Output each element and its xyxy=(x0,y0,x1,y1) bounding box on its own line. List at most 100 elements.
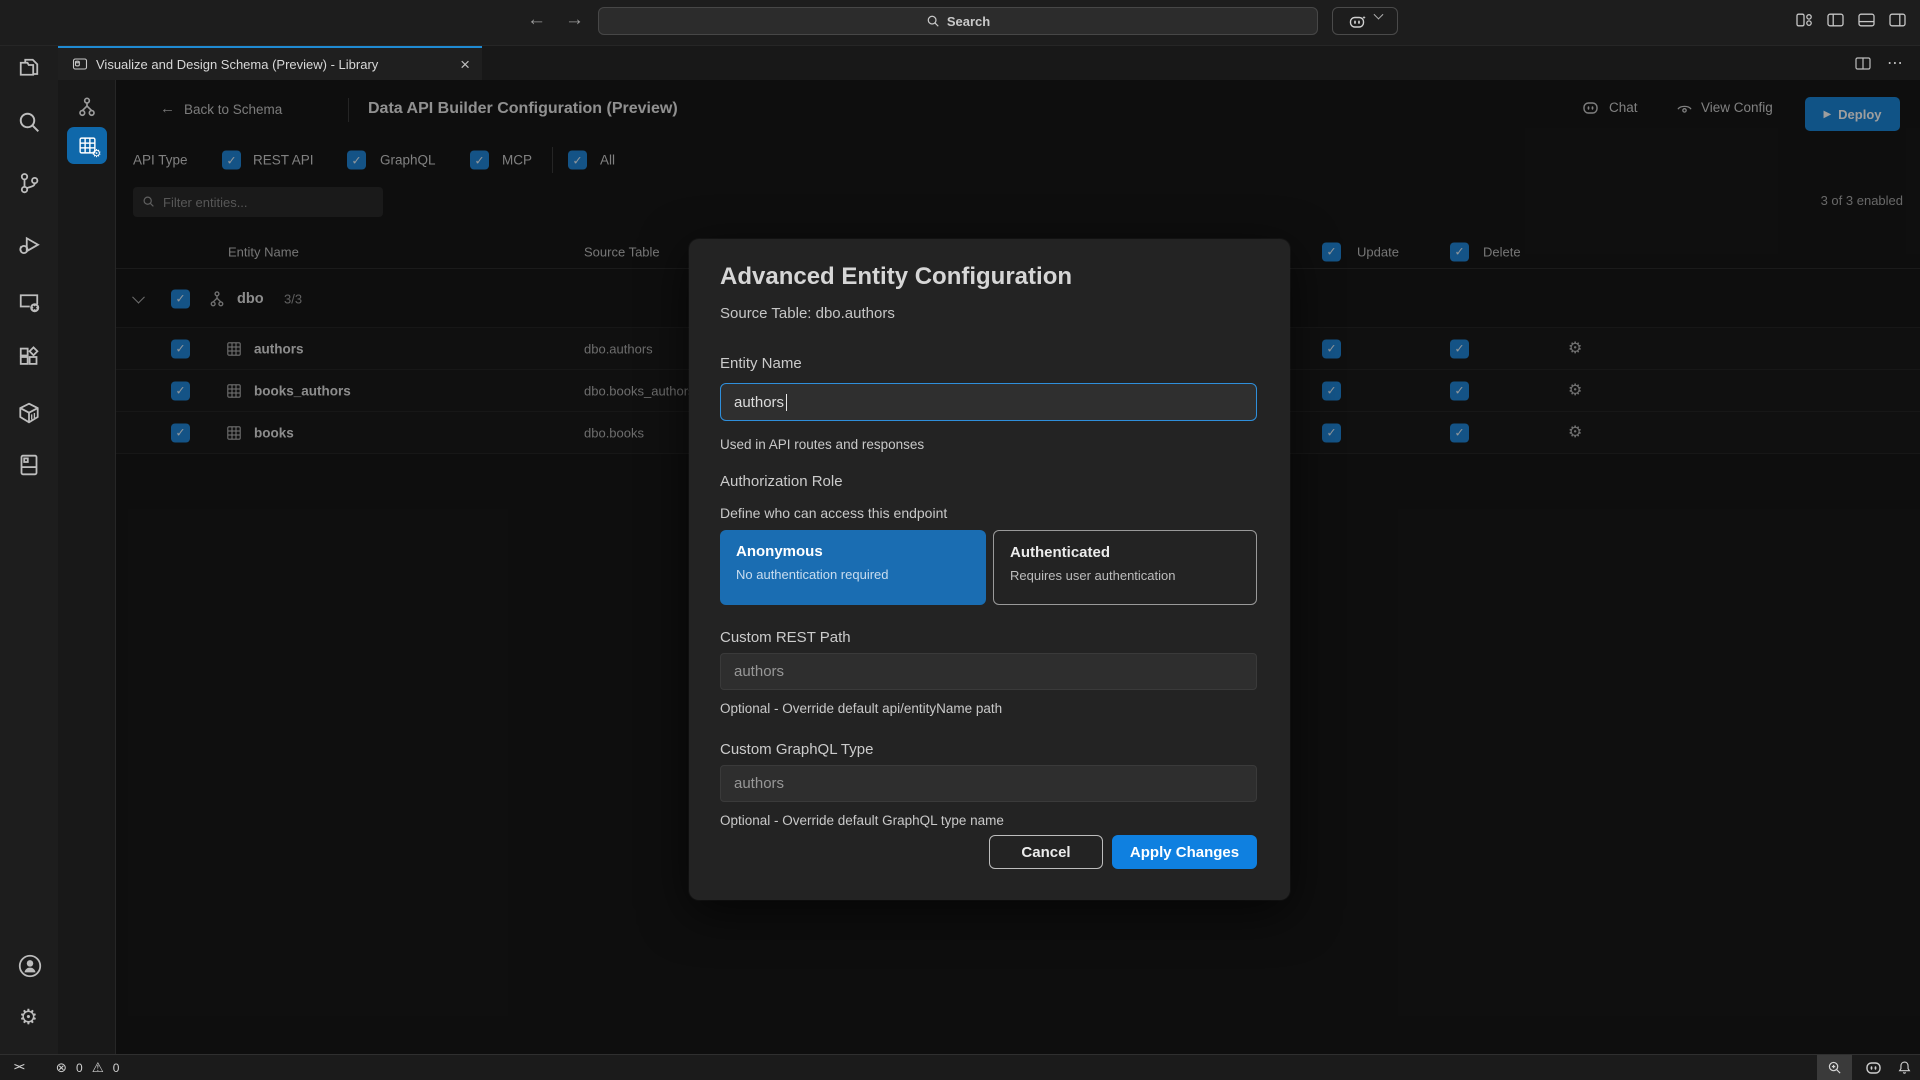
check-icon: ✓ xyxy=(572,153,582,167)
toggle-panel-icon[interactable] xyxy=(1858,13,1875,27)
status-bar: >< ⊗ 0 ⚠ 0 xyxy=(0,1054,1920,1080)
history-back-icon[interactable]: ← xyxy=(527,9,546,31)
graphql-checkbox[interactable]: ✓ xyxy=(347,151,366,170)
schema-icon xyxy=(208,290,226,308)
tab-visualize-schema[interactable]: Visualize and Design Schema (Preview) - … xyxy=(58,46,482,80)
row-select-checkbox[interactable]: ✓ xyxy=(171,381,190,400)
gear-badge-icon: ⚙ xyxy=(92,149,102,160)
back-to-schema-link[interactable]: Back to Schema xyxy=(184,102,282,117)
copilot-status-icon[interactable] xyxy=(1865,1060,1884,1075)
history-forward-icon[interactable]: → xyxy=(565,9,584,31)
delete-checkbox[interactable]: ✓ xyxy=(1450,381,1469,400)
run-debug-icon[interactable] xyxy=(17,233,41,257)
account-icon[interactable] xyxy=(17,953,43,979)
table-icon xyxy=(226,341,242,357)
tab-close-icon[interactable]: × xyxy=(460,56,470,73)
row-settings-gear-icon[interactable]: ⚙ xyxy=(1568,341,1582,357)
graphql-type-input[interactable] xyxy=(720,765,1257,802)
check-icon: ✓ xyxy=(1326,426,1336,440)
row-settings-gear-icon[interactable]: ⚙ xyxy=(1568,425,1582,441)
editor-tab-bar: Visualize and Design Schema (Preview) - … xyxy=(58,46,1920,80)
entity-source: dbo.books_authors xyxy=(584,383,695,398)
anonymous-subtitle: No authentication required xyxy=(736,567,970,582)
warnings-icon[interactable]: ⚠ xyxy=(92,1060,104,1076)
cancel-button[interactable]: Cancel xyxy=(989,835,1103,869)
authenticated-subtitle: Requires user authentication xyxy=(1010,568,1240,583)
update-all-checkbox[interactable]: ✓ xyxy=(1322,242,1341,261)
col-update: Update xyxy=(1357,244,1399,259)
check-icon: ✓ xyxy=(226,153,236,167)
delete-all-checkbox[interactable]: ✓ xyxy=(1450,242,1469,261)
apply-changes-button[interactable]: Apply Changes xyxy=(1112,835,1257,869)
remote-indicator-icon[interactable]: >< xyxy=(14,1062,24,1073)
group-select-checkbox[interactable]: ✓ xyxy=(171,289,190,308)
vscode-window: ← → Search xyxy=(0,0,1920,1080)
warnings-count[interactable]: 0 xyxy=(113,1061,120,1075)
schema-designer-tab-icon xyxy=(72,56,88,72)
copilot-icon xyxy=(1582,100,1601,115)
errors-icon[interactable]: ⊗ xyxy=(56,1060,67,1076)
extensions-icon[interactable] xyxy=(17,345,41,369)
search-icon[interactable] xyxy=(17,110,41,134)
graphql-type-label: Custom GraphQL Type xyxy=(720,741,873,758)
split-editor-icon[interactable] xyxy=(1855,57,1871,70)
view-config-button[interactable]: View Config xyxy=(1676,100,1773,115)
rest-api-checkbox[interactable]: ✓ xyxy=(222,151,241,170)
entity-name-help: Used in API routes and responses xyxy=(720,437,924,452)
entity-name-input[interactable]: authors xyxy=(720,383,1257,421)
apply-label: Apply Changes xyxy=(1130,844,1239,861)
toggle-secondary-sidebar-icon[interactable] xyxy=(1889,13,1906,27)
role-authenticated-card[interactable]: Authenticated Requires user authenticati… xyxy=(993,530,1257,605)
row-select-checkbox[interactable]: ✓ xyxy=(171,339,190,358)
copilot-menu-button[interactable] xyxy=(1332,7,1398,35)
command-center-search[interactable]: Search xyxy=(598,7,1318,35)
back-arrow-icon[interactable]: ← xyxy=(160,100,175,117)
remote-explorer-icon[interactable] xyxy=(17,290,41,314)
chat-button[interactable]: Chat xyxy=(1582,100,1638,115)
chevron-down-icon[interactable] xyxy=(132,290,145,303)
notifications-bell-icon[interactable] xyxy=(1897,1060,1912,1075)
source-control-icon[interactable] xyxy=(17,171,41,195)
settings-gear-icon[interactable]: ⚙ xyxy=(19,1007,38,1028)
dialog-source-table: Source Table: dbo.authors xyxy=(720,305,895,322)
table-icon xyxy=(226,383,242,399)
mcp-checkbox[interactable]: ✓ xyxy=(470,151,489,170)
database-project-icon[interactable] xyxy=(17,453,41,477)
chevron-down-icon xyxy=(1373,9,1383,19)
deploy-button[interactable]: ▶ Deploy xyxy=(1805,97,1900,131)
zoom-control[interactable] xyxy=(1817,1055,1852,1080)
toggle-primary-sidebar-icon[interactable] xyxy=(1827,13,1844,27)
title-bar: ← → Search xyxy=(0,0,1920,46)
update-checkbox[interactable]: ✓ xyxy=(1322,423,1341,442)
check-icon: ✓ xyxy=(175,292,185,306)
activity-bar: ⚙ xyxy=(0,46,58,1054)
update-checkbox[interactable]: ✓ xyxy=(1322,381,1341,400)
check-icon: ✓ xyxy=(1326,342,1336,356)
row-settings-gear-icon[interactable]: ⚙ xyxy=(1568,383,1582,399)
more-actions-icon[interactable]: ⋯ xyxy=(1887,53,1904,73)
authorization-role-help: Define who can access this endpoint xyxy=(720,505,947,521)
schema-visualizer-icon[interactable] xyxy=(76,96,98,118)
delete-checkbox[interactable]: ✓ xyxy=(1450,339,1469,358)
mcp-label: MCP xyxy=(502,153,532,168)
explorer-icon[interactable] xyxy=(17,56,41,80)
entity-source: dbo.books xyxy=(584,425,644,440)
role-anonymous-card[interactable]: Anonymous No authentication required xyxy=(720,530,986,605)
errors-count[interactable]: 0 xyxy=(76,1061,83,1075)
search-icon xyxy=(926,14,940,28)
play-icon: ▶ xyxy=(1823,109,1831,120)
customize-layout-icon[interactable] xyxy=(1796,13,1813,27)
update-checkbox[interactable]: ✓ xyxy=(1322,339,1341,358)
check-icon: ✓ xyxy=(1454,342,1464,356)
all-label: All xyxy=(600,153,615,168)
all-checkbox[interactable]: ✓ xyxy=(568,151,587,170)
rest-path-input[interactable] xyxy=(720,653,1257,690)
entity-name: books xyxy=(254,425,294,440)
container-cube-icon[interactable] xyxy=(17,401,41,425)
authenticated-title: Authenticated xyxy=(1010,544,1240,561)
row-select-checkbox[interactable]: ✓ xyxy=(171,423,190,442)
data-api-builder-tab[interactable]: ⚙ xyxy=(67,127,107,164)
delete-checkbox[interactable]: ✓ xyxy=(1450,423,1469,442)
entity-name: authors xyxy=(254,341,304,356)
filter-entities-input[interactable] xyxy=(133,187,383,217)
